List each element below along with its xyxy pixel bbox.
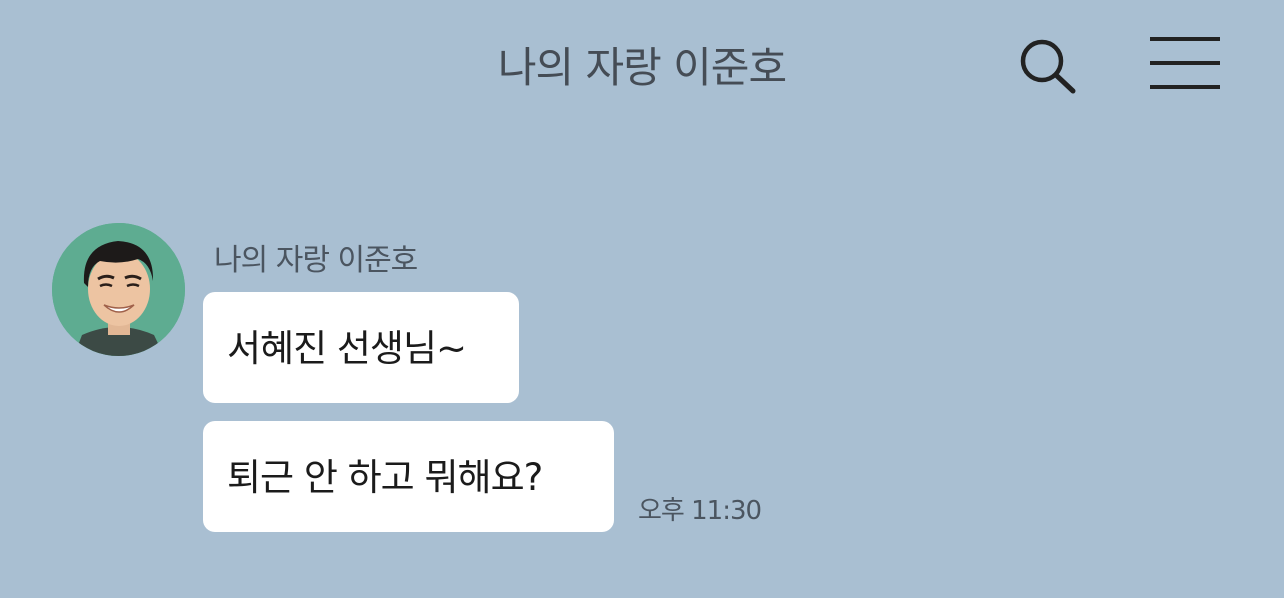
menu-button[interactable] — [1146, 32, 1226, 96]
message-bubble[interactable]: 서혜진 선생님~ — [203, 292, 519, 403]
chat-header: 나의 자랑 이준호 — [0, 0, 1284, 125]
search-icon — [1020, 39, 1076, 94]
search-button[interactable] — [1012, 32, 1082, 96]
message-timestamp: 오후 11:30 — [638, 496, 762, 526]
hamburger-menu-icon — [1150, 37, 1220, 89]
sender-avatar[interactable] — [52, 223, 185, 356]
sender-name: 나의 자랑 이준호 — [214, 243, 418, 278]
message-bubble[interactable]: 퇴근 안 하고 뭐해요? — [203, 421, 614, 532]
chat-title: 나의 자랑 이준호 — [497, 43, 787, 92]
profile-photo-avatar — [52, 223, 185, 356]
